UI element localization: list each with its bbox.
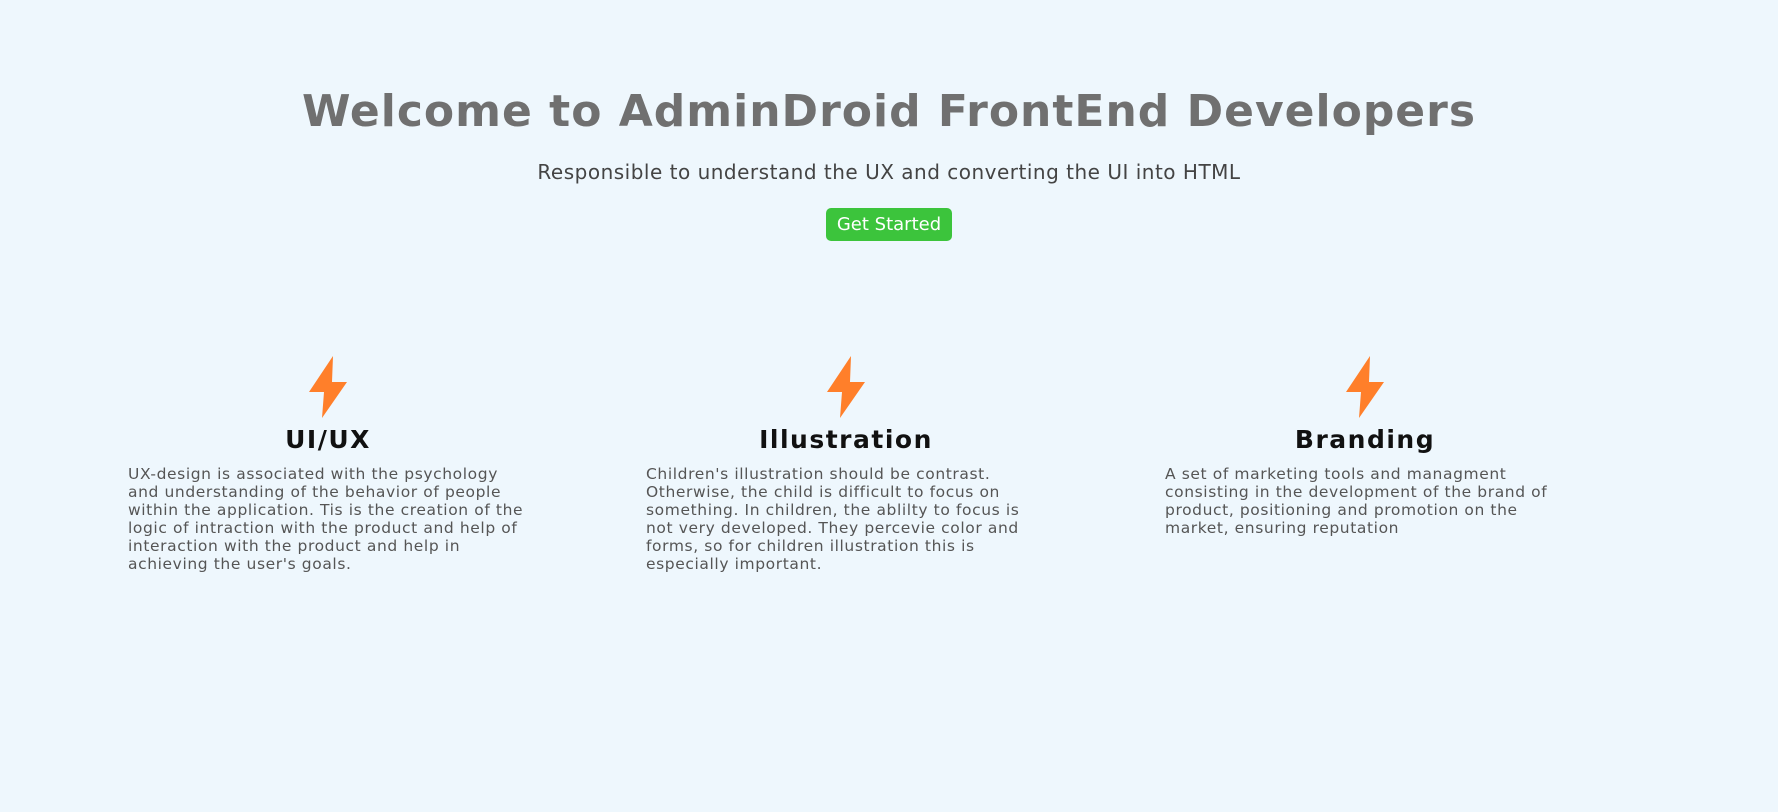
feature-title: UI/UX	[285, 425, 371, 454]
feature-title: Branding	[1294, 425, 1436, 454]
cta-container: Get Started	[0, 208, 1778, 241]
lightning-bolt-icon	[1346, 356, 1384, 418]
get-started-button[interactable]: Get Started	[825, 208, 953, 241]
lightning-bolt-icon	[827, 356, 865, 418]
feature-description: UX-design is associated with the psychol…	[128, 465, 524, 573]
feature-title: Illustration	[759, 425, 933, 454]
lightning-bolt-icon	[309, 356, 347, 418]
page-title: Welcome to AdminDroid FrontEnd Developer…	[301, 86, 1477, 137]
feature-description: A set of marketing tools and managment c…	[1165, 465, 1548, 537]
page-subtitle: Responsible to understand the UX and con…	[537, 160, 1241, 184]
feature-description: Children's illustration should be contra…	[646, 465, 1020, 573]
